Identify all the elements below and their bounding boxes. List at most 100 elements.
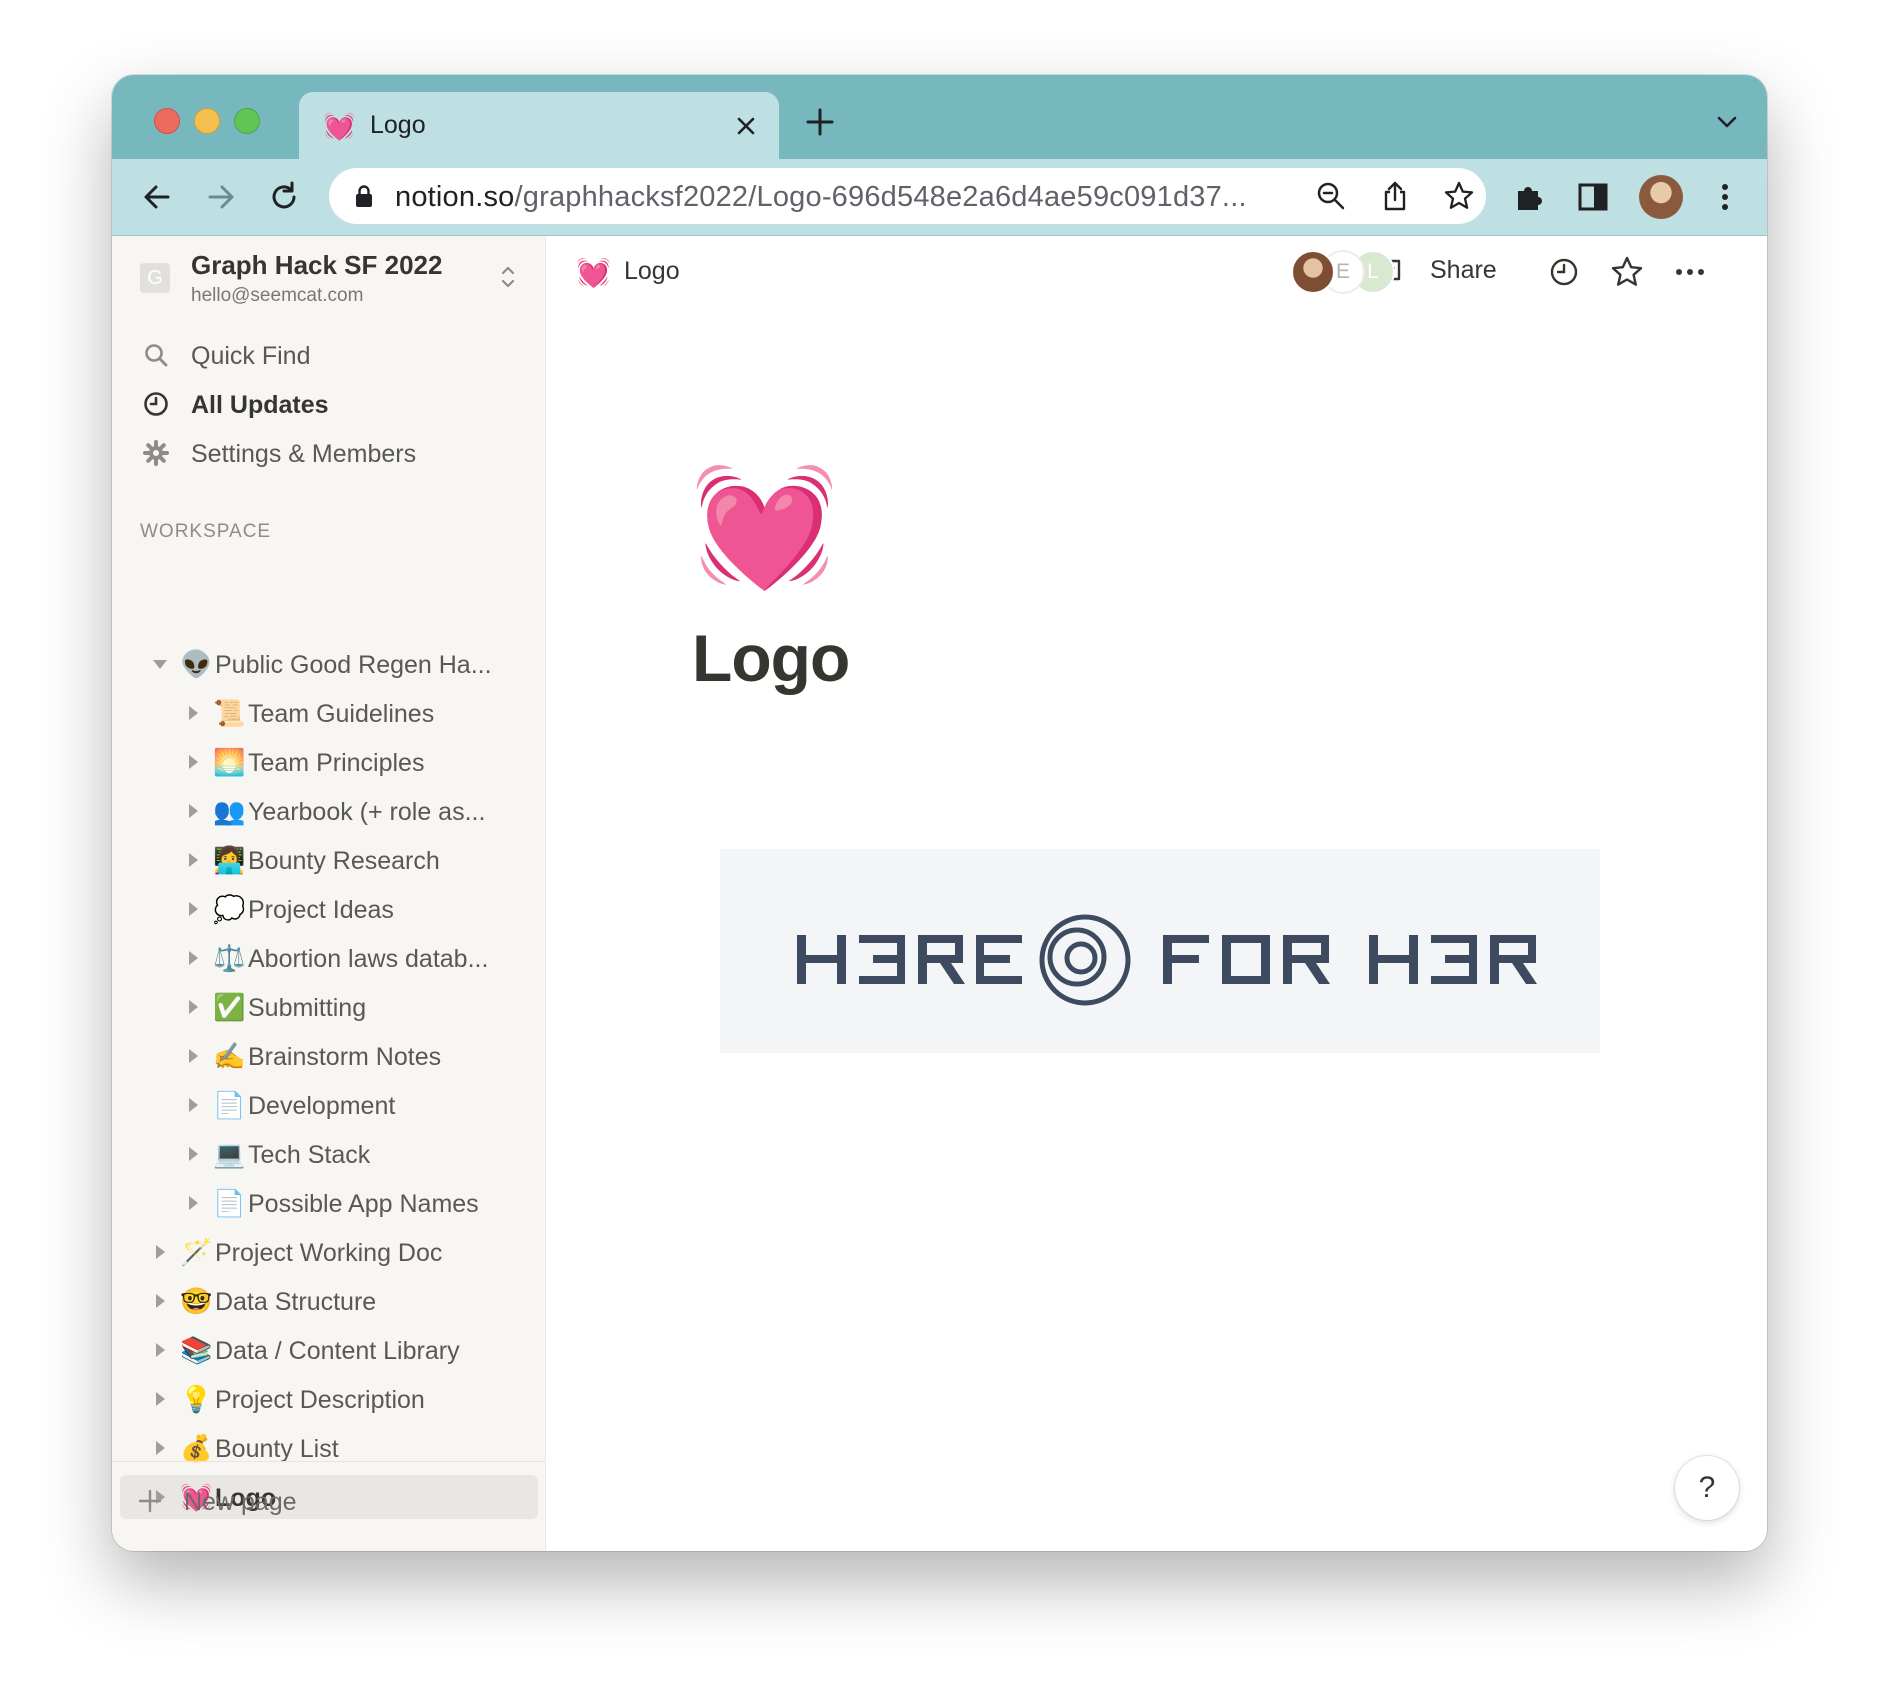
plus-icon bbox=[138, 1489, 162, 1513]
toggle-expanded-icon[interactable] bbox=[150, 654, 170, 674]
bookmark-star-icon[interactable] bbox=[1443, 180, 1475, 212]
workspace-email: hello@seemcat.com bbox=[191, 285, 364, 306]
toggle-collapsed-icon[interactable] bbox=[150, 1291, 170, 1311]
sidebar-page-label: Team Principles bbox=[248, 749, 425, 777]
page-emoji-icon: ✍️ bbox=[213, 1041, 246, 1071]
forward-arrow-icon[interactable] bbox=[202, 178, 240, 216]
sidebar-page-label: Possible App Names bbox=[248, 1190, 479, 1218]
page-emoji-icon: ⚖️ bbox=[213, 943, 246, 973]
history-clock-icon[interactable] bbox=[1546, 254, 1582, 290]
page-emoji-icon[interactable]: 💓 bbox=[691, 461, 838, 591]
share-page-icon[interactable] bbox=[1379, 180, 1411, 212]
page-emoji-icon: 📜 bbox=[213, 698, 246, 728]
collaborator-avatar[interactable] bbox=[1291, 250, 1335, 294]
side-panel-icon[interactable] bbox=[1574, 178, 1612, 216]
nav-label: All Updates bbox=[191, 391, 329, 419]
sidebar-page-item[interactable]: 💻 Tech Stack bbox=[120, 1132, 545, 1176]
help-button[interactable]: ? bbox=[1675, 1456, 1739, 1520]
sidebar-page-item[interactable]: 👽 Public Good Regen Ha... bbox=[120, 642, 545, 686]
toggle-collapsed-icon[interactable] bbox=[150, 1389, 170, 1409]
sidebar-page-label: Abortion laws datab... bbox=[248, 945, 489, 973]
sidebar-page-item[interactable]: ✍️ Brainstorm Notes bbox=[120, 1034, 545, 1078]
toggle-collapsed-icon[interactable] bbox=[183, 1144, 203, 1164]
clock-icon bbox=[144, 392, 168, 416]
sidebar-page-item[interactable]: 📜 Team Guidelines bbox=[120, 691, 545, 735]
new-page-button[interactable]: New page bbox=[112, 1479, 545, 1525]
toggle-collapsed-icon[interactable] bbox=[183, 1095, 203, 1115]
address-bar[interactable]: notion.so/graphhacksf2022/Logo-696d548e2… bbox=[329, 168, 1486, 224]
sidebar-page-label: Bounty Research bbox=[248, 847, 440, 875]
sidebar-page-item[interactable]: 🤓 Data Structure bbox=[120, 1279, 545, 1323]
toggle-collapsed-icon[interactable] bbox=[183, 850, 203, 870]
browser-tab[interactable]: 💓 Logo bbox=[299, 92, 779, 159]
page-emoji-icon: 👥 bbox=[213, 796, 246, 826]
url-text[interactable]: notion.so/graphhacksf2022/Logo-696d548e2… bbox=[395, 181, 1247, 214]
page-title[interactable]: Logo bbox=[692, 620, 850, 696]
share-button[interactable]: Share bbox=[1430, 256, 1497, 285]
lock-icon[interactable] bbox=[353, 184, 375, 208]
more-vertical-icon[interactable] bbox=[1706, 178, 1744, 216]
sidebar-page-item[interactable]: 🌅 Team Principles bbox=[120, 740, 545, 784]
sidebar-page-item[interactable]: 💡 Project Description bbox=[120, 1377, 545, 1421]
tab-search-chevron-icon[interactable] bbox=[1713, 108, 1741, 136]
sidebar-page-label: Yearbook (+ role as... bbox=[248, 798, 486, 826]
collaborator-facepile[interactable]: E L bbox=[1291, 250, 1401, 294]
tab-bar: 💓 Logo bbox=[112, 75, 1767, 159]
tab-title: Logo bbox=[370, 111, 426, 139]
logo-image[interactable] bbox=[720, 849, 1600, 1053]
sidebar-page-item[interactable]: 💰 Bounty List bbox=[120, 1426, 545, 1470]
maximize-window-button[interactable] bbox=[234, 108, 260, 134]
toggle-collapsed-icon[interactable] bbox=[183, 703, 203, 723]
nav-settings-members[interactable]: Settings & Members bbox=[112, 431, 545, 475]
extensions-puzzle-icon[interactable] bbox=[1510, 178, 1548, 216]
page-emoji-icon: 🌅 bbox=[213, 747, 246, 777]
more-horizontal-icon[interactable] bbox=[1672, 254, 1708, 290]
sidebar-page-item[interactable]: 💭 Project Ideas bbox=[120, 887, 545, 931]
workspace-name: Graph Hack SF 2022 bbox=[191, 250, 443, 280]
toggle-collapsed-icon[interactable] bbox=[183, 948, 203, 968]
toggle-collapsed-icon[interactable] bbox=[183, 801, 203, 821]
sidebar-page-item[interactable]: 📄 Development bbox=[120, 1083, 545, 1127]
sidebar-page-item[interactable]: 👥 Yearbook (+ role as... bbox=[120, 789, 545, 833]
sidebar-page-item[interactable]: 📄 Possible App Names bbox=[120, 1181, 545, 1225]
close-tab-icon[interactable] bbox=[729, 109, 763, 143]
nav-quick-find[interactable]: Quick Find bbox=[112, 333, 545, 377]
sidebar-divider bbox=[112, 1461, 545, 1462]
page-emoji-icon: 💭 bbox=[213, 894, 246, 924]
sidebar-page-label: Bounty List bbox=[215, 1435, 339, 1463]
back-arrow-icon[interactable] bbox=[138, 178, 176, 216]
toggle-collapsed-icon[interactable] bbox=[150, 1242, 170, 1262]
toggle-collapsed-icon[interactable] bbox=[183, 997, 203, 1017]
toggle-collapsed-icon[interactable] bbox=[150, 1438, 170, 1458]
sidebar: G Graph Hack SF 2022 hello@seemcat.com Q… bbox=[112, 236, 546, 1551]
sidebar-page-item[interactable]: 📚 Data / Content Library bbox=[120, 1328, 545, 1372]
minimize-window-button[interactable] bbox=[194, 108, 220, 134]
switch-workspace-chevron-icon[interactable] bbox=[496, 262, 520, 292]
browser-profile-avatar[interactable] bbox=[1639, 175, 1683, 219]
sidebar-page-label: Public Good Regen Ha... bbox=[215, 651, 492, 679]
sidebar-page-label: Submitting bbox=[248, 994, 367, 1022]
page-emoji-icon: 📄 bbox=[213, 1188, 246, 1218]
zoom-out-icon[interactable] bbox=[1315, 180, 1347, 212]
sidebar-page-label: Tech Stack bbox=[248, 1141, 371, 1169]
toggle-collapsed-icon[interactable] bbox=[183, 1046, 203, 1066]
sidebar-page-item[interactable]: 👩‍💻 Bounty Research bbox=[120, 838, 545, 882]
sidebar-page-item[interactable]: ⚖️ Abortion laws datab... bbox=[120, 936, 545, 980]
sidebar-page-label: Team Guidelines bbox=[248, 700, 435, 728]
nav-all-updates[interactable]: All Updates bbox=[112, 382, 545, 426]
toggle-collapsed-icon[interactable] bbox=[183, 752, 203, 772]
page-emoji-icon: 📚 bbox=[180, 1335, 213, 1365]
breadcrumb-page-icon: 💓 bbox=[576, 257, 611, 288]
sidebar-page-label: Development bbox=[248, 1092, 396, 1120]
toggle-collapsed-icon[interactable] bbox=[183, 899, 203, 919]
new-tab-icon[interactable] bbox=[802, 104, 838, 140]
close-window-button[interactable] bbox=[154, 108, 180, 134]
workspace-avatar: G bbox=[140, 263, 170, 293]
sidebar-page-item[interactable]: ✅ Submitting bbox=[120, 985, 545, 1029]
nav-label: Quick Find bbox=[191, 342, 311, 370]
reload-icon[interactable] bbox=[265, 178, 303, 216]
toggle-collapsed-icon[interactable] bbox=[183, 1193, 203, 1213]
toggle-collapsed-icon[interactable] bbox=[150, 1340, 170, 1360]
favorite-star-icon[interactable] bbox=[1609, 254, 1645, 290]
sidebar-page-item[interactable]: 🪄 Project Working Doc bbox=[120, 1230, 545, 1274]
